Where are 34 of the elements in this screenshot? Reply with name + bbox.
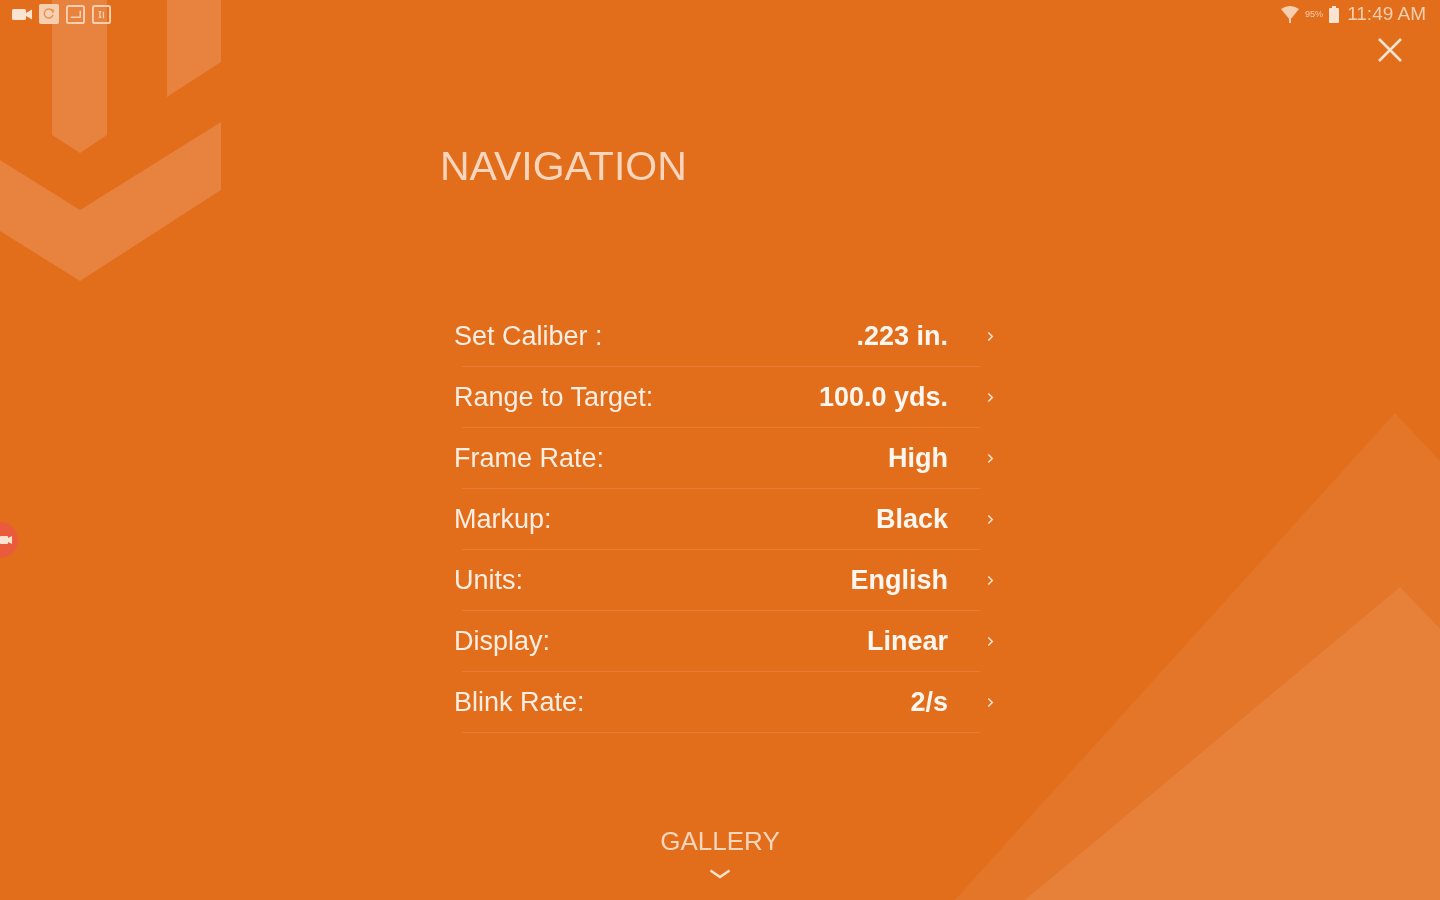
battery-icon — [1329, 5, 1340, 23]
chevron-right-icon[interactable] — [987, 696, 994, 708]
setting-value: Linear — [866, 625, 948, 657]
chevron-right-icon[interactable] — [987, 635, 994, 647]
setting-label: Markup: — [454, 503, 553, 535]
setting-value: English — [850, 564, 948, 596]
image-icon — [66, 4, 85, 24]
chevron-right-icon[interactable] — [987, 330, 994, 342]
wifi-icon — [1281, 5, 1300, 23]
chevron-right-icon[interactable] — [987, 574, 994, 586]
chevron-down-icon[interactable] — [709, 869, 731, 879]
chevron-right-icon[interactable] — [987, 452, 994, 464]
setting-value: .223 in. — [856, 320, 948, 352]
battery-percent: 95% — [1305, 9, 1324, 19]
setting-value: 2/s — [910, 686, 948, 718]
gallery-button[interactable]: GALLERY — [660, 825, 780, 857]
close-icon — [1377, 37, 1403, 63]
setting-value: Black — [875, 503, 948, 535]
setting-label: Display: — [454, 625, 552, 657]
setting-value: 100.0 yds. — [818, 381, 948, 413]
setting-label: Set Caliber : — [454, 320, 604, 352]
chevron-right-icon[interactable] — [987, 391, 994, 403]
floating-camera-icon[interactable] — [0, 522, 18, 558]
page-title: NAVIGATION — [440, 142, 687, 191]
setting-label: Units: — [454, 564, 525, 596]
setting-label: Range to Target: — [454, 381, 655, 413]
setting-label: Frame Rate: — [454, 442, 606, 474]
calendar-icon — [92, 4, 111, 24]
clock-time: 11:49 AM — [1347, 3, 1426, 25]
chevron-right-icon[interactable] — [987, 513, 994, 525]
setting-value: High — [888, 442, 948, 474]
setting-label: Blink Rate: — [454, 686, 586, 718]
refresh-icon — [39, 4, 59, 24]
video-camera-icon — [12, 8, 32, 20]
